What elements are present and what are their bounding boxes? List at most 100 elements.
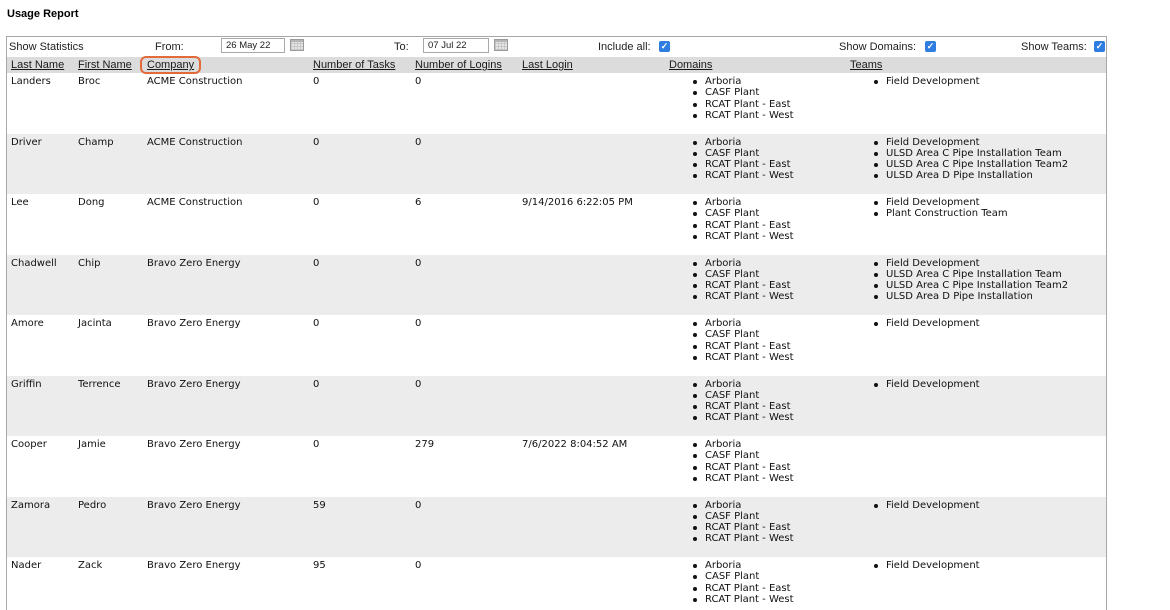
cell-company: ACME Construction [147, 76, 243, 87]
cell-first-name: Jamie [78, 439, 106, 450]
cell-company: Bravo Zero Energy [147, 378, 241, 390]
cell-last-name: Nader [11, 560, 42, 571]
team-item: Plant Construction Team [872, 208, 1008, 219]
domain-item: Arboria [691, 76, 794, 87]
column-header-last-name[interactable]: Last Name [11, 59, 64, 71]
domain-item: RCAT Plant - East [691, 99, 794, 110]
cell-first-name: Chip [78, 257, 101, 269]
column-header-number-of-tasks[interactable]: Number of Tasks [313, 59, 395, 71]
table-row: Cooper Jamie Bravo Zero Energy 0 279 7/6/2022… [7, 436, 1106, 497]
table-row: Griffin Terrence Bravo Zero Energy 0 0 Arbori… [7, 375, 1106, 436]
cell-last-name: Griffin [11, 378, 42, 390]
domains-list: Arboria CASF Plant RCAT Plant - East RCAT P… [691, 560, 794, 605]
domain-item: CASF Plant [691, 208, 794, 219]
column-header-number-of-logins[interactable]: Number of Logins [415, 59, 502, 71]
from-calendar-icon[interactable] [290, 39, 304, 51]
table-body: Landers Broc ACME Construction 0 0 Arboria CAS… [7, 73, 1106, 610]
domain-item: CASF Plant [691, 511, 794, 522]
domains-list: Arboria CASF Plant RCAT Plant - East RCAT P… [691, 258, 794, 303]
cell-number-of-logins: 279 [415, 439, 435, 450]
team-item: Field Development [872, 137, 1068, 148]
domain-item: CASF Plant [691, 87, 794, 98]
cell-last-name: Chadwell [11, 257, 57, 269]
domain-item: CASF Plant [691, 148, 794, 159]
cell-number-of-tasks: 0 [313, 318, 320, 329]
cell-number-of-tasks: 0 [313, 136, 320, 148]
cell-company: ACME Construction [147, 136, 243, 148]
team-item: ULSD Area C Pipe Installation Team [872, 269, 1068, 280]
cell-company: Bravo Zero Energy [147, 499, 241, 511]
team-item: Field Development [872, 258, 1068, 269]
domain-item: Arboria [691, 197, 794, 208]
cell-last-name: Zamora [11, 499, 51, 511]
domains-list: Arboria CASF Plant RCAT Plant - East RCAT P… [691, 439, 794, 484]
table-row: Chadwell Chip Bravo Zero Energy 0 0 Arboria CA… [7, 254, 1106, 315]
table-row: Lee Dong ACME Construction 0 6 9/14/2016 6:22… [7, 194, 1106, 255]
usage-report-table: Show Statistics From: To: Include all: ✓… [6, 36, 1107, 610]
column-header-teams[interactable]: Teams [850, 59, 882, 71]
team-item: ULSD Area D Pipe Installation [872, 291, 1068, 302]
show-domains-checkbox[interactable]: ✓ [925, 41, 936, 52]
cell-company: Bravo Zero Energy [147, 439, 241, 450]
column-header-domains[interactable]: Domains [669, 59, 712, 71]
column-header-first-name[interactable]: First Name [78, 59, 132, 71]
column-header-company[interactable]: Company [139, 56, 202, 74]
domains-list: Arboria CASF Plant RCAT Plant - East RCAT P… [691, 197, 794, 242]
team-item: ULSD Area D Pipe Installation [872, 170, 1068, 181]
teams-list: Field Development [872, 560, 980, 571]
cell-company: Bravo Zero Energy [147, 560, 241, 571]
table-row: Amore Jacinta Bravo Zero Energy 0 0 Arboria CA… [7, 315, 1106, 376]
domain-item: CASF Plant [691, 269, 794, 280]
cell-company: ACME Construction [147, 197, 243, 208]
cell-number-of-tasks: 0 [313, 257, 320, 269]
cell-number-of-tasks: 59 [313, 499, 326, 511]
domain-item: CASF Plant [691, 571, 794, 582]
cell-first-name: Pedro [78, 499, 107, 511]
cell-number-of-logins: 0 [415, 76, 422, 87]
from-date-input[interactable] [221, 38, 285, 53]
domain-item: RCAT Plant - West [691, 473, 794, 484]
domain-item: RCAT Plant - West [691, 231, 794, 242]
domain-item: RCAT Plant - West [691, 412, 794, 423]
cell-last-login: 7/6/2022 8:04:52 AM [522, 439, 628, 450]
cell-number-of-tasks: 95 [313, 560, 326, 571]
teams-list: Field Development [872, 379, 980, 390]
cell-number-of-logins: 0 [415, 257, 422, 269]
domains-list: Arboria CASF Plant RCAT Plant - East RCAT P… [691, 379, 794, 424]
to-label: To: [394, 41, 409, 53]
domain-item: RCAT Plant - West [691, 291, 794, 302]
domain-item: Arboria [691, 379, 794, 390]
cell-number-of-logins: 0 [415, 136, 422, 148]
teams-list: Field Development ULSD Area C Pipe Instal… [872, 137, 1068, 182]
teams-list: Field Development ULSD Area C Pipe Instal… [872, 258, 1068, 303]
cell-company: Bravo Zero Energy [147, 257, 241, 269]
team-item: Field Development [872, 318, 980, 329]
team-item: ULSD Area C Pipe Installation Team [872, 148, 1068, 159]
to-calendar-icon[interactable] [494, 39, 508, 51]
domains-list: Arboria CASF Plant RCAT Plant - East RCAT P… [691, 137, 794, 182]
domain-item: RCAT Plant - East [691, 159, 794, 170]
domain-item: Arboria [691, 137, 794, 148]
teams-list: Field Development [872, 318, 980, 329]
domain-item: RCAT Plant - West [691, 110, 794, 121]
cell-number-of-tasks: 0 [313, 197, 320, 208]
cell-first-name: Dong [78, 197, 105, 208]
include-all-checkbox[interactable]: ✓ [659, 41, 670, 52]
domain-item: CASF Plant [691, 329, 794, 340]
domain-item: CASF Plant [691, 450, 794, 461]
table-row: Landers Broc ACME Construction 0 0 Arboria CAS… [7, 73, 1106, 134]
cell-first-name: Broc [78, 76, 101, 87]
table-header: Last Name First Name Company Number of T… [7, 56, 1106, 74]
cell-number-of-tasks: 0 [313, 439, 320, 450]
team-item: ULSD Area C Pipe Installation Team2 [872, 159, 1068, 170]
column-header-last-login[interactable]: Last Login [522, 59, 573, 71]
teams-list: Field Development [872, 500, 980, 511]
show-statistics-label: Show Statistics [9, 41, 84, 53]
show-teams-checkbox[interactable]: ✓ [1094, 41, 1105, 52]
domain-item: Arboria [691, 318, 794, 329]
cell-number-of-logins: 0 [415, 318, 422, 329]
domain-item: Arboria [691, 258, 794, 269]
team-item: Field Development [872, 197, 1008, 208]
cell-company: Bravo Zero Energy [147, 318, 241, 329]
to-date-input[interactable] [423, 38, 489, 53]
